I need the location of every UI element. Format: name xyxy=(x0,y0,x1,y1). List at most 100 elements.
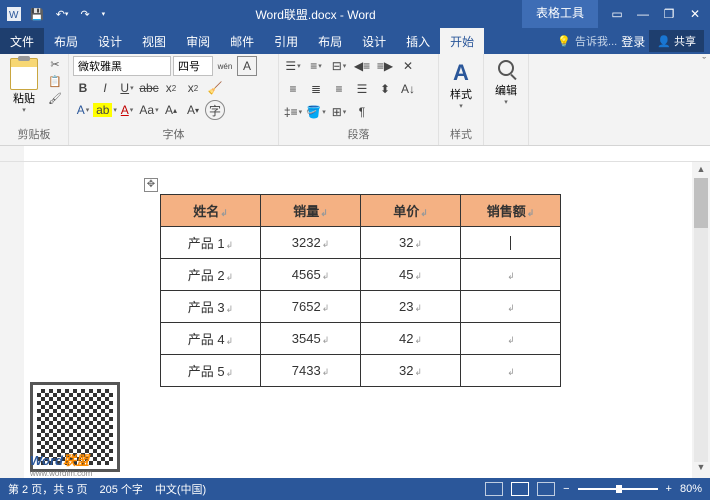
grow-font-icon[interactable]: A▴ xyxy=(161,100,181,120)
increase-indent-icon[interactable]: ≡▶ xyxy=(375,56,395,76)
word-count[interactable]: 205 个字 xyxy=(99,481,142,497)
zoom-out-icon[interactable]: − xyxy=(563,483,569,495)
show-marks-icon[interactable]: ¶ xyxy=(352,102,372,122)
ribbon-options-icon[interactable]: ▭ xyxy=(608,7,626,21)
enclose-char-icon[interactable]: 字 xyxy=(205,100,225,120)
char-shading-icon[interactable]: Aa▾ xyxy=(139,100,159,120)
read-mode-icon[interactable] xyxy=(485,482,503,496)
table-header[interactable]: 姓名↲ xyxy=(161,195,261,227)
tab-file[interactable]: 文件 xyxy=(0,28,44,54)
font-name-select[interactable]: 微软雅黑 xyxy=(73,56,171,76)
decrease-indent-icon[interactable]: ◀≡ xyxy=(352,56,372,76)
char-border-icon[interactable]: A xyxy=(237,56,257,76)
bold-icon[interactable]: B xyxy=(73,78,93,98)
tab-设计[interactable]: 设计 xyxy=(88,28,132,54)
table-cell[interactable]: 32↲ xyxy=(361,355,461,387)
table-cell[interactable]: 产品 1↲ xyxy=(161,227,261,259)
line-spacing-icon[interactable]: ‡≡▾ xyxy=(283,102,303,122)
print-layout-icon[interactable] xyxy=(511,482,529,496)
document-canvas[interactable]: ✥ 姓名↲销量↲单价↲销售额↲ 产品 1↲3232↲32↲产品 2↲4565↲4… xyxy=(24,162,692,478)
tab-审阅[interactable]: 审阅 xyxy=(176,28,220,54)
clear-format-icon[interactable]: 🧹 xyxy=(205,78,225,98)
restore-icon[interactable]: ❐ xyxy=(660,7,678,21)
vertical-ruler[interactable] xyxy=(0,162,24,478)
table-cell[interactable]: 产品 2↲ xyxy=(161,259,261,291)
subscript-icon[interactable]: x2 xyxy=(161,78,181,98)
bullets-icon[interactable]: ☰▾ xyxy=(283,56,303,76)
redo-icon[interactable]: ↷ xyxy=(76,8,93,21)
table-cell[interactable]: 32↲ xyxy=(361,227,461,259)
login-link[interactable]: 登录 xyxy=(621,33,645,50)
italic-icon[interactable]: I xyxy=(95,78,115,98)
align-right-icon[interactable]: ≡ xyxy=(329,79,349,99)
web-layout-icon[interactable] xyxy=(537,482,555,496)
align-center-icon[interactable]: ≣ xyxy=(306,79,326,99)
tab-视图[interactable]: 视图 xyxy=(132,28,176,54)
table-cell[interactable]: ↲ xyxy=(461,291,561,323)
format-painter-icon[interactable]: 🖌 xyxy=(46,90,64,106)
phonetic-guide-icon[interactable]: wén xyxy=(215,56,235,76)
justify-icon[interactable]: ☰ xyxy=(352,79,372,99)
undo-icon[interactable]: ↶▾ xyxy=(52,8,73,21)
borders-icon[interactable]: ⊞▾ xyxy=(329,102,349,122)
font-size-select[interactable]: 四号 xyxy=(173,56,213,76)
page-indicator[interactable]: 第 2 页，共 5 页 xyxy=(8,481,87,497)
zoom-slider[interactable] xyxy=(578,488,658,490)
text-effects-icon[interactable]: A▾ xyxy=(73,100,93,120)
table-row[interactable]: 产品 3↲7652↲23↲↲ xyxy=(161,291,561,323)
table-cell[interactable]: 产品 5↲ xyxy=(161,355,261,387)
styles-button[interactable]: A 样式 ▾ xyxy=(443,56,479,110)
scroll-up-icon[interactable]: ▲ xyxy=(694,164,708,178)
tab-插入[interactable]: 插入 xyxy=(396,28,440,54)
table-row[interactable]: 产品 5↲7433↲32↲↲ xyxy=(161,355,561,387)
vertical-scrollbar[interactable]: ▲ ▼ xyxy=(692,162,710,478)
find-button[interactable]: 编辑 ▾ xyxy=(488,56,524,106)
cut-icon[interactable]: ✂ xyxy=(46,56,64,72)
table-move-handle-icon[interactable]: ✥ xyxy=(144,178,158,192)
language-indicator[interactable]: 中文(中国) xyxy=(155,481,206,497)
tab-引用[interactable]: 引用 xyxy=(264,28,308,54)
share-button[interactable]: 👤 共享 xyxy=(649,30,704,52)
table-cell[interactable]: 45↲ xyxy=(361,259,461,291)
tell-me-input[interactable]: 告诉我... xyxy=(575,33,617,49)
table-cell[interactable]: 4565↲ xyxy=(261,259,361,291)
table-cell[interactable]: 产品 4↲ xyxy=(161,323,261,355)
zoom-level[interactable]: 80% xyxy=(680,483,702,495)
shading-icon[interactable]: 🪣▾ xyxy=(306,102,326,122)
tab-开始[interactable]: 开始 xyxy=(440,28,484,54)
table-cell[interactable]: 23↲ xyxy=(361,291,461,323)
ruler[interactable] xyxy=(0,146,710,162)
table-header[interactable]: 销量↲ xyxy=(261,195,361,227)
table-cell[interactable]: ↲ xyxy=(461,259,561,291)
qat-more-icon[interactable]: ▾ xyxy=(98,10,110,18)
align-left-icon[interactable]: ≡ xyxy=(283,79,303,99)
underline-icon[interactable]: U▾ xyxy=(117,78,137,98)
distribute-icon[interactable]: ⬍ xyxy=(375,79,395,99)
table-cell[interactable]: ↲ xyxy=(461,323,561,355)
scroll-thumb[interactable] xyxy=(694,178,708,228)
highlight-icon[interactable]: ab▾ xyxy=(95,100,115,120)
numbering-icon[interactable]: ≡▾ xyxy=(306,56,326,76)
minimize-icon[interactable]: — xyxy=(634,7,652,21)
strikethrough-icon[interactable]: abc xyxy=(139,78,159,98)
save-icon[interactable]: 💾 xyxy=(26,8,48,21)
table-row[interactable]: 产品 1↲3232↲32↲ xyxy=(161,227,561,259)
paste-button[interactable]: 粘贴 ▾ xyxy=(4,56,44,114)
table-cell[interactable]: 7652↲ xyxy=(261,291,361,323)
table-header[interactable]: 销售额↲ xyxy=(461,195,561,227)
close-icon[interactable]: ✕ xyxy=(686,7,704,21)
shrink-font-icon[interactable]: A▾ xyxy=(183,100,203,120)
multilevel-icon[interactable]: ⊟▾ xyxy=(329,56,349,76)
table-row[interactable]: 产品 2↲4565↲45↲↲ xyxy=(161,259,561,291)
collapse-ribbon-icon[interactable]: ˇ xyxy=(698,54,710,145)
tab-设计[interactable]: 设计 xyxy=(352,28,396,54)
tab-布局[interactable]: 布局 xyxy=(44,28,88,54)
tab-布局[interactable]: 布局 xyxy=(308,28,352,54)
text-direction-icon[interactable]: ✕ xyxy=(398,56,418,76)
table-cell[interactable]: 3232↲ xyxy=(261,227,361,259)
scroll-down-icon[interactable]: ▼ xyxy=(694,462,708,476)
font-color-icon[interactable]: A▾ xyxy=(117,100,137,120)
table-cell[interactable]: 3545↲ xyxy=(261,323,361,355)
table-cell[interactable]: 产品 3↲ xyxy=(161,291,261,323)
copy-icon[interactable]: 📋 xyxy=(46,73,64,89)
